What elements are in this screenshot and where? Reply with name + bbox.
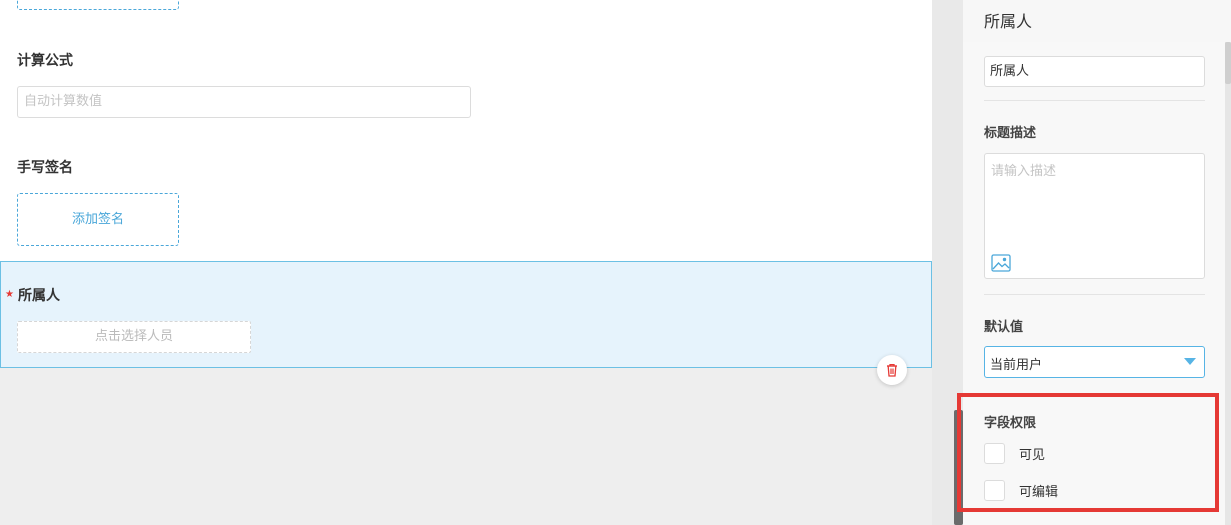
title-desc-placeholder: 请输入描述 xyxy=(991,164,1057,179)
visible-label: 可见 xyxy=(1019,448,1046,463)
form-canvas: 计算公式 自动计算数值 手写签名 添加签名 ★ 所属人 点击选择人员 xyxy=(0,0,932,525)
panel-scrollbar[interactable] xyxy=(1225,42,1231,525)
panel-body: 所属人 标题描述 请输入描述 默认值 当前用户 字段权限 可见 可编辑 xyxy=(963,42,1225,525)
editable-checkbox-row[interactable]: 可编辑 xyxy=(984,480,1058,501)
property-panel: 所属人 所属人 标题描述 请输入描述 默认值 当前用户 字段权限 可见 可编辑 xyxy=(963,0,1231,525)
visible-checkbox[interactable] xyxy=(984,443,1005,464)
add-signature-button[interactable]: 添加签名 xyxy=(17,193,179,246)
divider xyxy=(984,294,1205,295)
owner-field-selected[interactable]: ★ 所属人 点击选择人员 xyxy=(0,261,932,368)
field-permissions-label: 字段权限 xyxy=(984,416,1037,431)
partial-dashed-button[interactable] xyxy=(17,0,179,10)
visible-checkbox-row[interactable]: 可见 xyxy=(984,443,1045,464)
panel-scrollbar-thumb[interactable] xyxy=(1225,42,1231,84)
editable-checkbox[interactable] xyxy=(984,480,1005,501)
delete-field-button[interactable] xyxy=(877,355,907,385)
field-permissions-section: 字段权限 可见 可编辑 xyxy=(963,393,1225,512)
panel-title: 所属人 xyxy=(984,12,1033,31)
field-name-input[interactable]: 所属人 xyxy=(984,56,1205,87)
panel-header: 所属人 xyxy=(963,0,1231,42)
title-desc-textarea[interactable]: 请输入描述 xyxy=(984,153,1205,279)
editable-label: 可编辑 xyxy=(1019,485,1059,500)
default-value-selected: 当前用户 xyxy=(990,358,1043,373)
signature-label: 手写签名 xyxy=(17,160,73,176)
canvas-scrollbar[interactable] xyxy=(954,410,963,525)
form-fields-area: 计算公式 自动计算数值 手写签名 添加签名 xyxy=(0,0,932,262)
calc-formula-input[interactable]: 自动计算数值 xyxy=(17,86,471,118)
calc-formula-label: 计算公式 xyxy=(17,53,73,69)
default-value-select[interactable]: 当前用户 xyxy=(984,346,1205,378)
owner-field-label: 所属人 xyxy=(18,288,60,304)
title-desc-label: 标题描述 xyxy=(984,126,1037,141)
divider xyxy=(984,100,1205,101)
image-icon[interactable] xyxy=(991,253,1011,273)
chevron-down-icon xyxy=(1184,358,1196,365)
default-value-label: 默认值 xyxy=(984,320,1024,335)
trash-icon xyxy=(887,363,897,377)
select-person-input[interactable]: 点击选择人员 xyxy=(17,321,251,353)
required-star-icon: ★ xyxy=(5,289,14,300)
